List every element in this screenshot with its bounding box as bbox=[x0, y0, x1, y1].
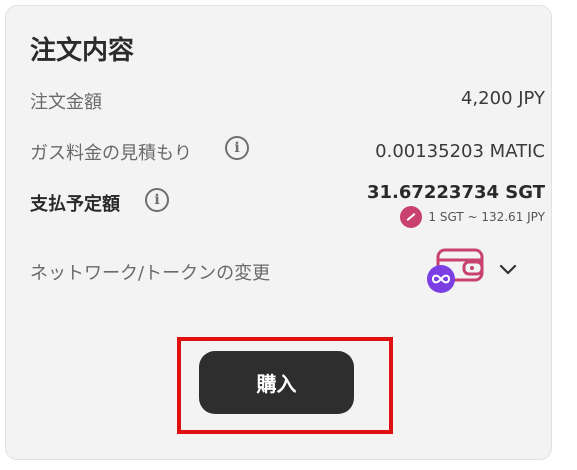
network-token-selector[interactable] bbox=[424, 246, 486, 294]
chevron-down-icon[interactable] bbox=[498, 262, 518, 281]
order-amount-value: 4,200 JPY bbox=[460, 88, 545, 109]
buy-button[interactable]: 購入 bbox=[199, 351, 354, 414]
order-amount-label: 注文金額 bbox=[30, 92, 102, 113]
order-title: 注文内容 bbox=[30, 36, 135, 66]
payment-amount-label: 支払予定額 bbox=[30, 194, 120, 215]
exchange-rate-text: 1 SGT ~ 132.61 JPY bbox=[428, 210, 545, 224]
polygon-icon bbox=[427, 265, 455, 293]
payment-amount-value: 31.67223734 SGT bbox=[366, 182, 545, 203]
network-token-change-label: ネットワーク/トークンの変更 bbox=[30, 263, 271, 284]
gas-fee-label: ガス料金の見積もり bbox=[30, 143, 192, 164]
sgt-token-icon bbox=[400, 206, 423, 228]
exchange-rate: 1 SGT ~ 132.61 JPY bbox=[400, 206, 545, 228]
info-circle-icon[interactable]: i bbox=[225, 136, 249, 160]
gas-fee-value: 0.00135203 MATIC bbox=[375, 141, 545, 162]
info-circle-icon[interactable]: i bbox=[145, 188, 169, 212]
